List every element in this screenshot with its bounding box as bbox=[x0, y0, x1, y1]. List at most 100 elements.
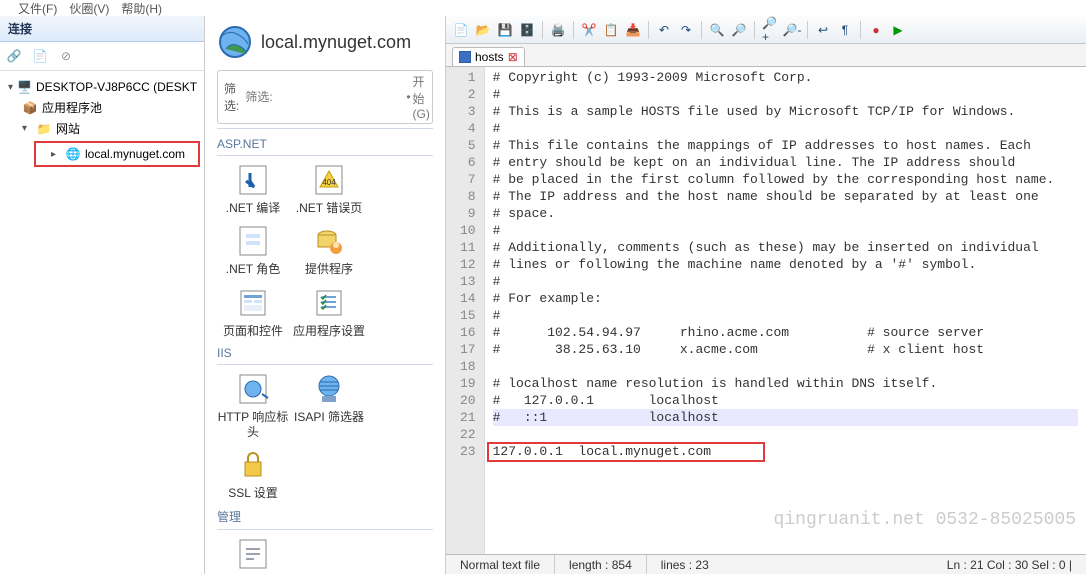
macro-record-icon[interactable]: ● bbox=[867, 21, 885, 39]
globe-icon bbox=[217, 24, 253, 60]
code-line[interactable] bbox=[493, 426, 1078, 443]
show-all-chars-icon[interactable]: ¶ bbox=[836, 21, 854, 39]
tree-sites[interactable]: ▾ 📁 网站 bbox=[4, 118, 200, 139]
replace-icon[interactable]: 🔎 bbox=[730, 21, 748, 39]
feature-net-error[interactable]: 404 .NET 错误页 bbox=[293, 162, 365, 215]
status-lines: lines : 23 bbox=[647, 555, 723, 574]
code-line[interactable]: # bbox=[493, 86, 1078, 103]
disk-icon bbox=[459, 51, 471, 63]
find-icon[interactable]: 🔍 bbox=[708, 21, 726, 39]
code-line[interactable]: # ::1 localhost bbox=[493, 409, 1078, 426]
menu-help[interactable]: 帮助(H) bbox=[121, 0, 162, 16]
code-line[interactable]: # This file contains the mappings of IP … bbox=[493, 137, 1078, 154]
redo-icon[interactable]: ↷ bbox=[677, 21, 695, 39]
editor-status-bar: Normal text file length : 854 lines : 23… bbox=[446, 554, 1086, 574]
chevron-down-icon[interactable]: ▾ bbox=[22, 123, 32, 134]
svg-text:404: 404 bbox=[322, 178, 336, 187]
cut-icon[interactable]: ✂️ bbox=[580, 21, 598, 39]
file-tab-hosts[interactable]: hosts ⊠ bbox=[452, 47, 525, 66]
zoom-in-icon[interactable]: 🔎+ bbox=[761, 21, 779, 39]
wordwrap-icon[interactable]: ↩ bbox=[814, 21, 832, 39]
code-line[interactable]: # 102.54.94.97 rhino.acme.com # source s… bbox=[493, 324, 1078, 341]
status-filetype: Normal text file bbox=[446, 555, 555, 574]
feature-app-settings[interactable]: 应用程序设置 bbox=[293, 285, 365, 338]
tree-app-pool-label: 应用程序池 bbox=[42, 99, 102, 116]
server-tree[interactable]: ▾ 🖥️ DESKTOP-VJ8P6CC (DESKT 📦 应用程序池 ▾ 📁 … bbox=[0, 71, 204, 173]
copy-icon[interactable]: 📋 bbox=[602, 21, 620, 39]
page-title: local.mynuget.com bbox=[261, 32, 411, 53]
code-line[interactable]: # space. bbox=[493, 205, 1078, 222]
code-line[interactable]: # This is a sample HOSTS file used by Mi… bbox=[493, 103, 1078, 120]
code-line[interactable]: # bbox=[493, 307, 1078, 324]
code-line[interactable]: # The IP address and the host name shoul… bbox=[493, 188, 1078, 205]
feature-isapi-filters[interactable]: ISAPI 筛选器 bbox=[293, 371, 365, 439]
text-editor: 📄 📂 💾 🗄️ 🖨️ ✂️ 📋 📥 ↶ ↷ 🔍 🔎 🔎+ 🔎- ↩ ¶ ● bbox=[445, 16, 1086, 574]
code-line[interactable] bbox=[493, 358, 1078, 375]
paste-icon[interactable]: 📥 bbox=[624, 21, 642, 39]
tree-root[interactable]: ▾ 🖥️ DESKTOP-VJ8P6CC (DESKT bbox=[4, 77, 200, 97]
status-position: Ln : 21 Col : 30 Sel : 0 | bbox=[933, 555, 1086, 574]
feature-providers[interactable]: 提供程序 bbox=[293, 223, 365, 276]
menu-file[interactable]: 又件(F) bbox=[18, 0, 57, 16]
icon-label: .NET 角色 bbox=[226, 262, 280, 276]
menu-view[interactable]: 伙圈(V) bbox=[69, 0, 109, 16]
open-icon[interactable]: 📂 bbox=[474, 21, 492, 39]
tree-root-label: DESKTOP-VJ8P6CC (DESKT bbox=[36, 80, 197, 94]
connect-icon[interactable]: 🔗 bbox=[4, 46, 24, 66]
icon-label: .NET 错误页 bbox=[296, 201, 362, 215]
code-line[interactable]: # bbox=[493, 273, 1078, 290]
save-icon[interactable]: 💾 bbox=[496, 21, 514, 39]
icon-label: 提供程序 bbox=[305, 262, 353, 276]
connections-header: 连接 bbox=[0, 16, 204, 42]
tree-site-selected[interactable]: ▸ 🌐 local.mynuget.com bbox=[39, 144, 195, 164]
start-button[interactable]: 开始(G) bbox=[413, 73, 430, 121]
code-line[interactable]: # bbox=[493, 222, 1078, 239]
code-line[interactable]: # entry should be kept on an individual … bbox=[493, 154, 1078, 171]
code-lines[interactable]: # Copyright (c) 1993-2009 Microsoft Corp… bbox=[485, 67, 1086, 554]
icon-label: HTTP 响应标头 bbox=[217, 410, 289, 439]
feature-net-compile[interactable]: .NET 编译 bbox=[217, 162, 289, 215]
code-line[interactable]: # Copyright (c) 1993-2009 Microsoft Corp… bbox=[493, 69, 1078, 86]
feature-http-headers[interactable]: HTTP 响应标头 bbox=[217, 371, 289, 439]
filter-input[interactable] bbox=[245, 90, 400, 104]
iis-feature-panel: local.mynuget.com 筛选: • 开始(G) ASP.NET .N… bbox=[205, 16, 445, 574]
chevron-right-icon[interactable]: ▸ bbox=[51, 149, 61, 160]
tree-site-label: local.mynuget.com bbox=[85, 147, 185, 161]
code-line[interactable]: 127.0.0.1 local.mynuget.com bbox=[493, 443, 1078, 460]
icon-label: SSL 设置 bbox=[228, 486, 278, 500]
code-line[interactable]: # For example: bbox=[493, 290, 1078, 307]
print-icon[interactable]: 🖨️ bbox=[549, 21, 567, 39]
filter-row: 筛选: • 开始(G) bbox=[217, 70, 433, 124]
code-line[interactable]: # localhost name resolution is handled w… bbox=[493, 375, 1078, 392]
icon-label: ISAPI 筛选器 bbox=[294, 410, 364, 424]
new-file-icon[interactable]: 📄 bbox=[452, 21, 470, 39]
code-line[interactable]: # lines or following the machine name de… bbox=[493, 256, 1078, 273]
folder-icon: 📁 bbox=[36, 121, 52, 137]
section-aspnet: ASP.NET bbox=[217, 137, 433, 151]
stop-icon[interactable]: ⊘ bbox=[56, 46, 76, 66]
feature-config-editor[interactable]: 配置编辑器 bbox=[217, 536, 289, 574]
feature-ssl-settings[interactable]: SSL 设置 bbox=[217, 447, 289, 500]
feature-net-roles[interactable]: .NET 角色 bbox=[217, 223, 289, 276]
icon-label: .NET 编译 bbox=[226, 201, 280, 215]
code-line[interactable]: # 127.0.0.1 localhost bbox=[493, 392, 1078, 409]
refresh-icon[interactable]: 📄 bbox=[30, 46, 50, 66]
code-line[interactable]: # 38.25.63.10 x.acme.com # x client host bbox=[493, 341, 1078, 358]
file-tab-label: hosts bbox=[475, 50, 504, 64]
code-line[interactable]: # Additionally, comments (such as these)… bbox=[493, 239, 1078, 256]
tree-sites-label: 网站 bbox=[56, 120, 80, 137]
zoom-out-icon[interactable]: 🔎- bbox=[783, 21, 801, 39]
status-length: length : 854 bbox=[555, 555, 647, 574]
macro-play-icon[interactable]: ▶ bbox=[889, 21, 907, 39]
section-iis: IIS bbox=[217, 346, 433, 360]
close-icon[interactable]: ⊠ bbox=[508, 50, 518, 64]
code-line[interactable]: # be placed in the first column followed… bbox=[493, 171, 1078, 188]
chevron-down-icon[interactable]: ▾ bbox=[8, 82, 13, 93]
tree-app-pools[interactable]: 📦 应用程序池 bbox=[4, 97, 200, 118]
code-line[interactable]: # bbox=[493, 120, 1078, 137]
icon-label: 应用程序设置 bbox=[293, 324, 365, 338]
save-all-icon[interactable]: 🗄️ bbox=[518, 21, 536, 39]
undo-icon[interactable]: ↶ bbox=[655, 21, 673, 39]
code-area[interactable]: 1234567891011121314151617181920212223 # … bbox=[446, 67, 1086, 554]
feature-pages-controls[interactable]: 页面和控件 bbox=[217, 285, 289, 338]
